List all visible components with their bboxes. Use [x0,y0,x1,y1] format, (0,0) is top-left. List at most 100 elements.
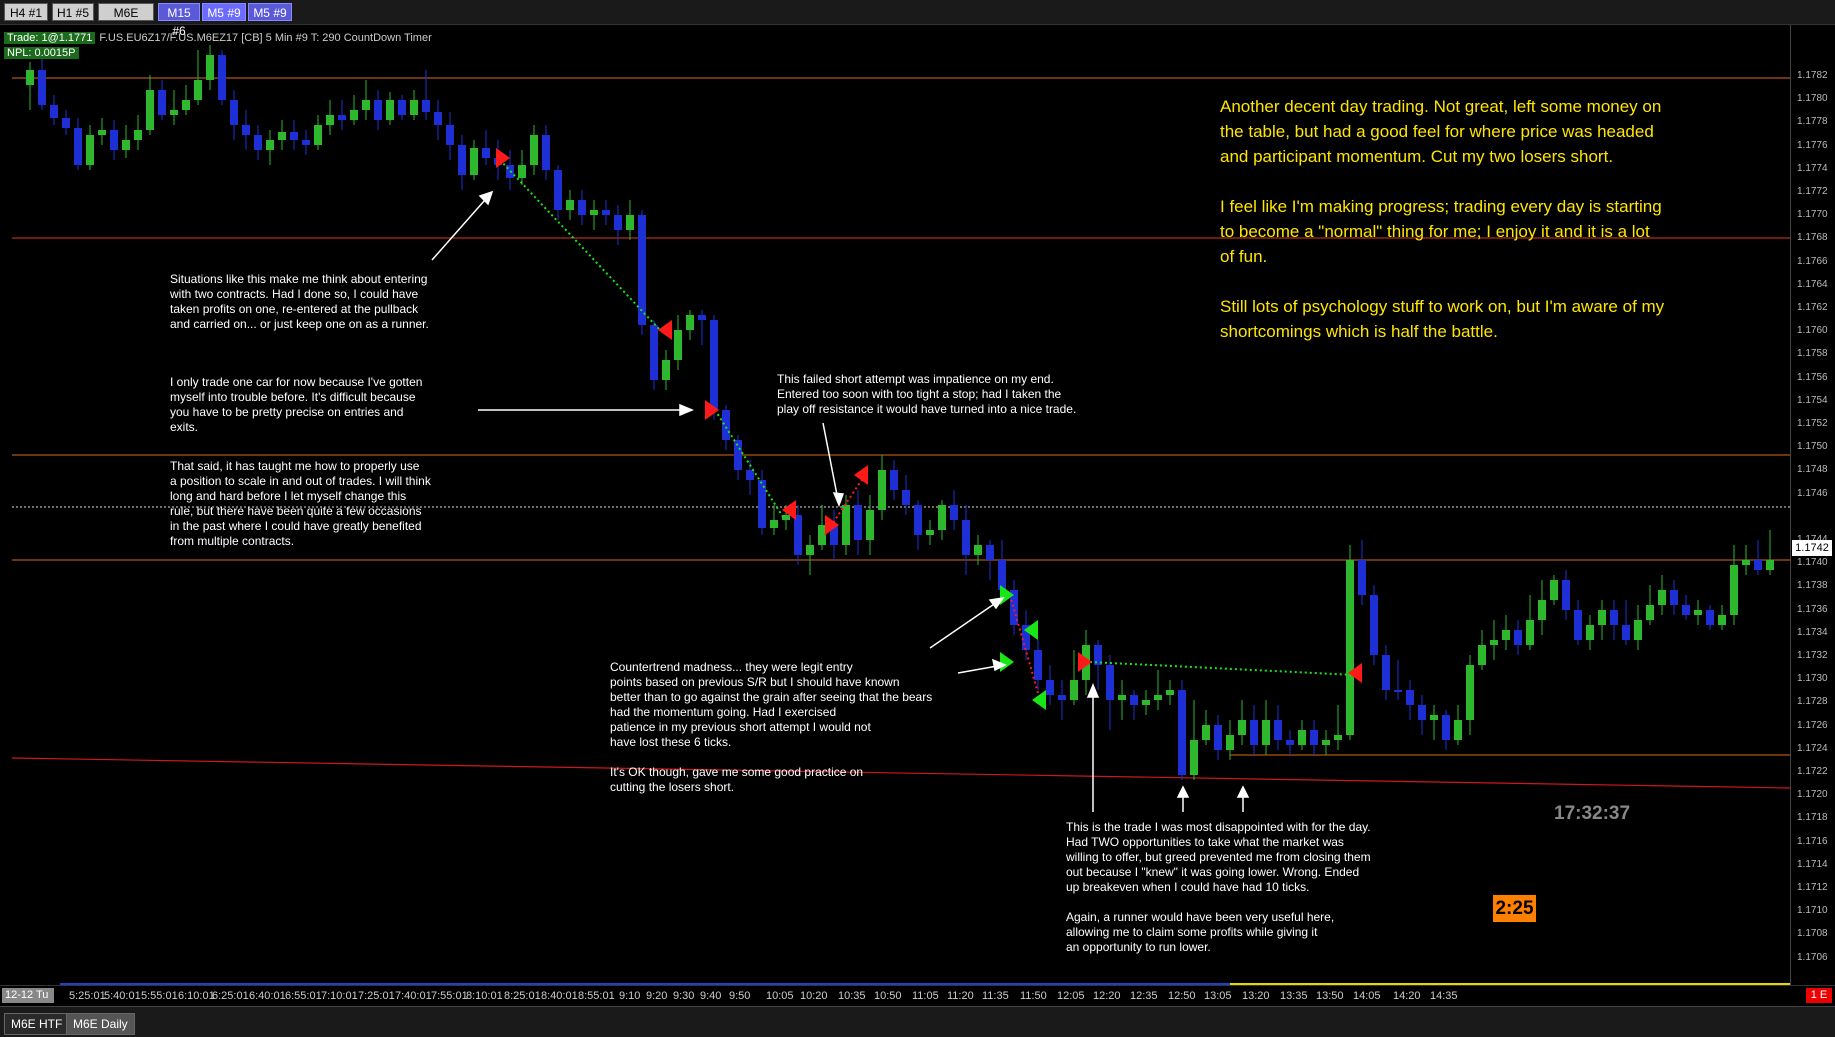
time-tick-label: 14:20 [1393,990,1421,1002]
tab-m6e-daily[interactable]: M6E Daily [66,1013,135,1035]
npl-badge: NPL: 0.0015P [4,47,79,59]
candle-body [770,520,778,528]
price-tick-label: 1.1730 [1797,673,1828,685]
candle-body [1502,630,1510,640]
time-tick-label: 14:35 [1430,990,1458,1002]
price-tick-label: 1.1718 [1797,812,1828,824]
candle-body [1670,590,1678,605]
candle-body [182,100,190,110]
arrow-head [1176,785,1190,798]
time-tick-label: 11:35 [982,990,1009,1002]
time-tick-label: 7:25:01 [358,990,395,1002]
candle-body [566,200,574,210]
long-exit-marker [1032,690,1046,710]
candle-body [1454,720,1462,740]
time-tick-label: 8:10:01 [466,990,503,1002]
time-axis[interactable]: 5:25:01 5:40:01 5:55:01 6:10:01 6:25:01 6:40:… [0,985,1835,1006]
candle-body [710,320,718,410]
candle-body [194,80,202,100]
candle-body [842,505,850,545]
bottom-tab-bar: M6E HTF M6E Daily [0,1006,1835,1037]
candle-body [50,105,58,118]
candle-body [554,170,562,210]
position-badge: Trade: 1@1.1771 [4,32,96,44]
candle-body [794,515,802,555]
candle-body [242,125,250,135]
time-tick-label: 11:20 [947,990,974,1002]
arrow-head [832,492,845,508]
candle-body [650,325,658,380]
candle-body [986,545,994,560]
candle-body [722,410,730,440]
candle-body [1634,620,1642,640]
candle-body [314,125,322,145]
candle-body [1370,595,1378,655]
candle-body [590,210,598,215]
time-tick-label: 8:40:01 [541,990,578,1002]
candle-body [278,132,286,140]
candle-body [446,125,454,145]
arrow-line [431,191,493,261]
candle-body [1694,610,1702,615]
price-tick-label: 1.1782 [1797,70,1828,81]
candle-body [1310,730,1318,745]
candle-body [1490,640,1498,645]
price-tick-label: 1.1754 [1797,394,1828,406]
tab-h4[interactable]: H4 #1 [4,3,48,21]
arrow-head [1236,785,1250,798]
price-tick-label: 1.1736 [1797,603,1828,615]
candle-body [158,90,166,115]
tab-m6e-htf[interactable]: M6E HTF [4,1013,70,1035]
price-axis[interactable]: 1.1782 1.1780 1.1778 1.1776 1.1774 1.1772 1.17… [1790,25,1835,985]
instrument-label: F.US.EU6Z17/F.US.M6EZ17 [CB] 5 Min #9 T:… [99,32,432,44]
candle-body [170,110,178,115]
candle-body [1742,560,1750,565]
candle-body [1298,730,1306,745]
clock: 17:32:37 [1554,803,1631,824]
price-tick-label: 1.1770 [1797,209,1828,221]
tab-m5[interactable]: M5 #9 [248,3,292,21]
candle-body [1610,610,1618,625]
tab-m5-active[interactable]: M5 #9 [202,3,246,21]
candle-body [1286,740,1294,745]
arrow-head [679,403,694,417]
trade-line-green [499,159,661,331]
trade-line-green [1089,661,1356,676]
candle-body [950,505,958,520]
time-tick-label: 12:05 [1057,990,1085,1002]
candle-body [290,132,298,140]
candle-body [1058,695,1066,700]
note-failed-short: This failed short attempt was impatience… [777,372,1077,416]
candle-body [302,140,310,145]
price-tick-label: 1.1780 [1797,93,1828,105]
tab-m15[interactable]: M15 #6 [158,3,200,38]
candle-body [698,315,706,320]
candle-body [1382,655,1390,690]
candle-body [362,100,370,110]
time-tick-label: 10:35 [838,990,866,1002]
time-tick-label: 9:30 [673,990,695,1002]
price-tick-label: 1.1766 [1797,255,1828,267]
time-tick-label: 6:55:01 [285,990,322,1002]
candle-body [974,545,982,555]
time-tick-label: 6:40:01 [249,990,286,1002]
time-tick-label: 10:50 [874,990,902,1002]
candle-body [458,145,466,175]
short-exit-marker [658,320,672,340]
time-tick-label: 9:50 [729,990,751,1002]
candle-body [1718,615,1726,625]
candle-body [1130,695,1138,705]
candle-body [626,215,634,230]
candle-body [1178,690,1186,775]
arrow-head [478,190,494,206]
candle-body [878,470,886,510]
candle-body [74,128,82,165]
tab-h1[interactable]: H1 #5 [52,3,94,21]
price-tick-label: 1.1750 [1797,441,1828,453]
candle-body [1526,620,1534,645]
price-tick-label: 1.1714 [1797,858,1828,870]
price-tick-label: 1.1752 [1797,418,1828,429]
note-scale-in-out: That said, it has taught me how to prope… [170,459,431,548]
candle-body [1646,605,1654,620]
tab-m6e-dom[interactable]: M6E DOM [98,3,154,38]
